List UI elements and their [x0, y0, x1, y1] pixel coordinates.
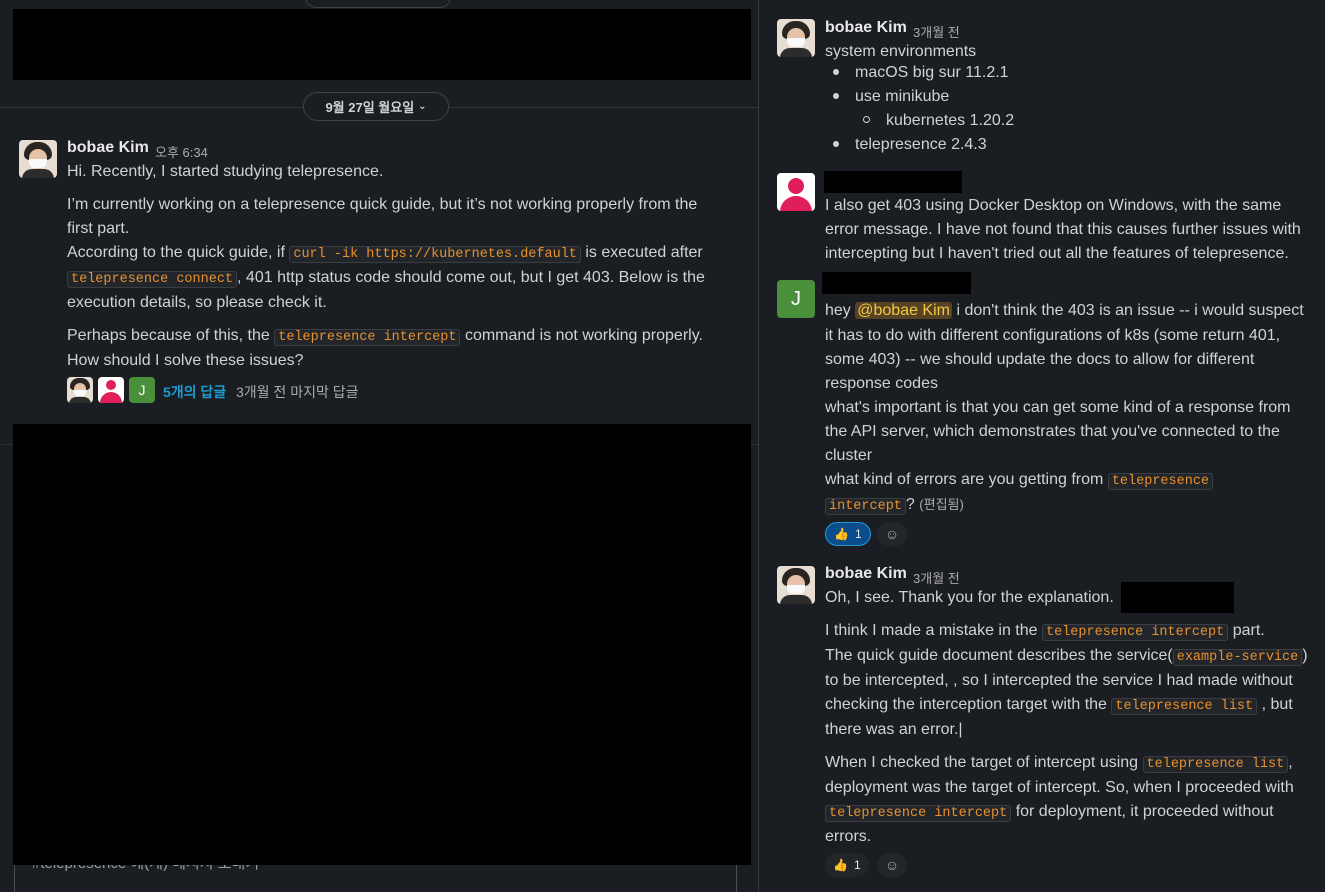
- chevron-down-icon: ⌄: [418, 101, 427, 112]
- thread-pane: bobae Kim 3개월 전 system environments macO…: [759, 0, 1325, 892]
- thread-last-reply: 3개월 전 마지막 답글: [236, 384, 359, 400]
- avatar[interactable]: [777, 566, 815, 604]
- author-name[interactable]: bobae Kim: [67, 139, 149, 157]
- inline-code: intercept: [825, 498, 906, 515]
- message-line: Oh, I see. Thank you for the explanation…: [825, 589, 1114, 606]
- reaction-thumbs-up[interactable]: 👍 1: [825, 522, 871, 546]
- inline-code: telepresence: [1107, 473, 1214, 490]
- list-item: telepresence 2.4.3: [833, 136, 987, 154]
- edited-label: (편집됨): [919, 497, 964, 512]
- avatar[interactable]: J: [777, 280, 815, 318]
- inline-code: telepresence intercept: [825, 805, 1012, 822]
- inline-code: telepresence intercept: [1042, 624, 1229, 641]
- message-line: telepresence intercept for deployment, i…: [825, 800, 1274, 826]
- message-time[interactable]: 3개월 전: [913, 22, 960, 41]
- message-line: hey @bobae Kim i don't think the 403 is …: [825, 302, 1304, 319]
- list-item: macOS big sur 11.2.1: [833, 64, 1009, 82]
- reaction-thumbs-up[interactable]: 👍 1: [825, 853, 869, 877]
- message-line: to be intercepted, , so I intercepted th…: [825, 672, 1293, 689]
- thread-replies-link[interactable]: 5개의 답글: [163, 382, 226, 402]
- thumbs-up-icon: 👍: [834, 527, 849, 541]
- add-emoji-icon: ☺: [884, 526, 900, 542]
- redacted-region: [13, 424, 751, 865]
- message-line: there was an error.|: [825, 721, 963, 738]
- inline-code: telepresence connect: [67, 271, 238, 288]
- author-name[interactable]: bobae Kim: [825, 19, 907, 37]
- message-line: the API server, which demonstrates that …: [825, 423, 1280, 440]
- message-line: I’m currently working on a telepresence …: [67, 196, 698, 213]
- message-line: Hi. Recently, I started studying telepre…: [67, 163, 384, 180]
- avatar[interactable]: [777, 173, 815, 211]
- redacted-region: [13, 9, 751, 80]
- reaction-count: 1: [853, 858, 861, 872]
- inline-code: telepresence intercept: [274, 329, 461, 346]
- inline-code: telepresence list: [1111, 698, 1258, 715]
- thread-avatar[interactable]: [67, 377, 93, 403]
- message-line: checking the interception target with th…: [825, 696, 1293, 715]
- message-time[interactable]: 3개월 전: [913, 568, 960, 587]
- message-line: errors.: [825, 828, 872, 845]
- message-line: According to the quick guide, if curl -i…: [67, 244, 703, 263]
- author-name[interactable]: bobae Kim: [825, 565, 907, 583]
- message-line: it has to do with different configuratio…: [825, 327, 1281, 344]
- redacted-name: [822, 272, 971, 294]
- message-line: some 403) -- we should update the docs t…: [825, 351, 1255, 368]
- thread-avatar[interactable]: J: [129, 377, 155, 403]
- message-line: intercepting but I haven't tried out all…: [825, 245, 1289, 262]
- message-line: response codes: [825, 375, 938, 392]
- message-line: How should I solve these issues?: [67, 352, 304, 369]
- message-time[interactable]: 오후 6:34: [155, 142, 208, 161]
- channel-pane: 9월 27일 월요일 ⌄ bobae Kim 오후 6:34 Hi. Recen…: [0, 0, 758, 892]
- message-line: I also get 403 using Docker Desktop on W…: [825, 197, 1282, 214]
- message-line: The quick guide document describes the s…: [825, 647, 1308, 666]
- thumbs-up-icon: 👍: [833, 858, 848, 872]
- thread-avatar[interactable]: [98, 377, 124, 403]
- message-line: what's important is that you can get som…: [825, 399, 1291, 416]
- message-line: execution details, so please check it.: [67, 294, 327, 311]
- message-line: error message. I have not found that thi…: [825, 221, 1301, 238]
- inline-code: example-service: [1172, 649, 1303, 666]
- message-line: deployment was the target of intercept. …: [825, 779, 1294, 796]
- add-emoji-icon: ☺: [884, 857, 900, 873]
- list-item: use minikube: [833, 88, 949, 106]
- message-line: When I checked the target of intercept u…: [825, 754, 1293, 773]
- message-line: first part.: [67, 220, 130, 237]
- message-line: system environments: [825, 43, 977, 60]
- inline-code: curl -ik https://kubernetes.default: [289, 246, 581, 263]
- message-line: telepresence connect, 401 http status co…: [67, 266, 705, 292]
- date-divider-button[interactable]: 9월 27일 월요일 ⌄: [303, 92, 449, 121]
- redacted-name: [824, 171, 962, 193]
- date-label: 9월 27일 월요일: [325, 100, 415, 115]
- message-line: I think I made a mistake in the telepres…: [825, 622, 1265, 641]
- add-reaction-button[interactable]: ☺: [877, 522, 907, 546]
- add-reaction-button[interactable]: ☺: [877, 853, 907, 877]
- previous-date-pill[interactable]: [305, 0, 451, 8]
- message-line: Perhaps because of this, the telepresenc…: [67, 327, 703, 346]
- inline-code: telepresence list: [1142, 756, 1289, 773]
- redacted-region: [1121, 582, 1234, 613]
- reaction-count: 1: [854, 527, 862, 541]
- message-line: cluster: [825, 447, 873, 464]
- avatar[interactable]: [19, 140, 57, 178]
- list-item: kubernetes 1.20.2: [863, 112, 1014, 130]
- message-line: intercept? (편집됨): [825, 493, 964, 519]
- avatar[interactable]: [777, 19, 815, 57]
- message-line: what kind of errors are you getting from…: [825, 468, 1214, 494]
- user-mention[interactable]: @bobae Kim: [855, 302, 952, 319]
